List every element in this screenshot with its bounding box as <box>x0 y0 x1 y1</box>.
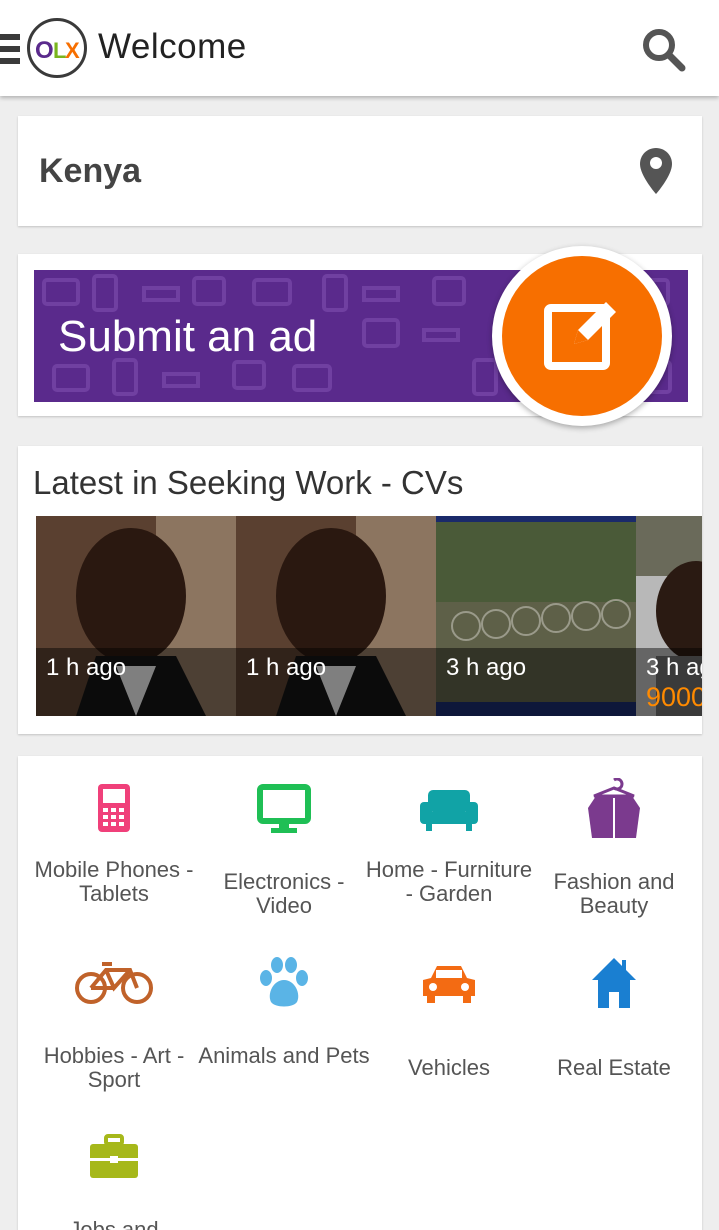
category-electronics[interactable]: Electronics - Video <box>198 782 370 952</box>
latest-ad-thumb[interactable]: 3 h ago <box>436 516 636 716</box>
olx-logo[interactable]: O L X <box>27 18 87 78</box>
category-label: Hobbies - Art - Sport <box>43 1043 185 1092</box>
ad-price: 9000 <box>646 682 702 712</box>
category-label: Mobile Phones - Tablets <box>34 857 194 906</box>
ad-time: 3 h ago <box>646 654 702 681</box>
house-icon <box>590 956 638 1015</box>
category-hobbies[interactable]: Hobbies - Art - Sport <box>28 960 200 1110</box>
svg-text:X: X <box>65 38 80 63</box>
ad-time: 1 h ago <box>46 654 127 681</box>
edit-icon <box>544 302 616 370</box>
paw-icon <box>257 956 311 1013</box>
latest-title[interactable]: Latest in Seeking Work - CVs <box>33 464 463 502</box>
submit-ad-card: Submit an ad <box>18 246 702 426</box>
category-vehicles[interactable]: Vehicles <box>363 962 535 1112</box>
sofa-icon <box>420 788 478 837</box>
location-pin-icon[interactable] <box>640 148 672 194</box>
category-label: Vehicles <box>408 1055 490 1080</box>
latest-ad-thumb[interactable]: 1 h ago <box>236 516 436 716</box>
action-bar: O L X Welcome <box>0 0 719 96</box>
submit-ad-fab[interactable] <box>492 246 672 426</box>
svg-text:O: O <box>35 37 54 64</box>
ad-time: 3 h ago <box>446 654 527 681</box>
category-label: Real Estate <box>557 1055 671 1080</box>
fab-circle <box>502 256 662 416</box>
category-jobs[interactable]: Jobs and <box>28 1134 200 1230</box>
latest-ad-thumb[interactable]: 3 h ago 9000 <box>636 516 702 716</box>
hamburger-icon[interactable] <box>0 34 20 64</box>
briefcase-icon <box>88 1134 140 1185</box>
latest-ad-thumb[interactable]: 1 h ago <box>36 516 236 716</box>
submit-ad-label: Submit an ad <box>58 312 318 361</box>
category-home-furniture[interactable]: Home - Furniture - Garden <box>363 782 535 952</box>
location-value: Kenya <box>39 152 142 190</box>
clothes-hanger-icon <box>586 777 642 845</box>
search-icon[interactable] <box>640 26 688 74</box>
category-fashion-beauty[interactable]: Fashion and Beauty <box>528 777 700 948</box>
bicycle-icon <box>74 960 154 1011</box>
ad-time: 1 h ago <box>246 654 327 681</box>
category-label: Fashion and Beauty <box>553 869 675 918</box>
category-label: Animals and Pets <box>198 1043 370 1068</box>
car-icon <box>421 962 477 1009</box>
page-title: Welcome <box>98 27 247 66</box>
category-mobile-phones[interactable]: Mobile Phones - Tablets <box>28 782 200 952</box>
category-label: Electronics - Video <box>223 869 345 918</box>
monitor-icon <box>257 784 311 839</box>
category-real-estate[interactable]: Real Estate <box>528 956 700 1106</box>
categories-grid: Mobile Phones - Tablets Electronics - Vi… <box>18 756 702 1230</box>
mobile-phone-icon <box>96 782 132 839</box>
category-animals-pets[interactable]: Animals and Pets <box>198 956 370 1106</box>
category-label: Jobs and <box>69 1217 159 1230</box>
location-selector[interactable]: Kenya <box>18 116 702 226</box>
latest-ads-card: Latest in Seeking Work - CVs 1 h ago 1 h… <box>18 446 702 734</box>
category-label: Home - Furniture - Garden <box>365 857 533 906</box>
latest-ads-carousel[interactable]: 1 h ago 1 h ago 3 h ago 3 h a 9000 <box>36 516 702 716</box>
